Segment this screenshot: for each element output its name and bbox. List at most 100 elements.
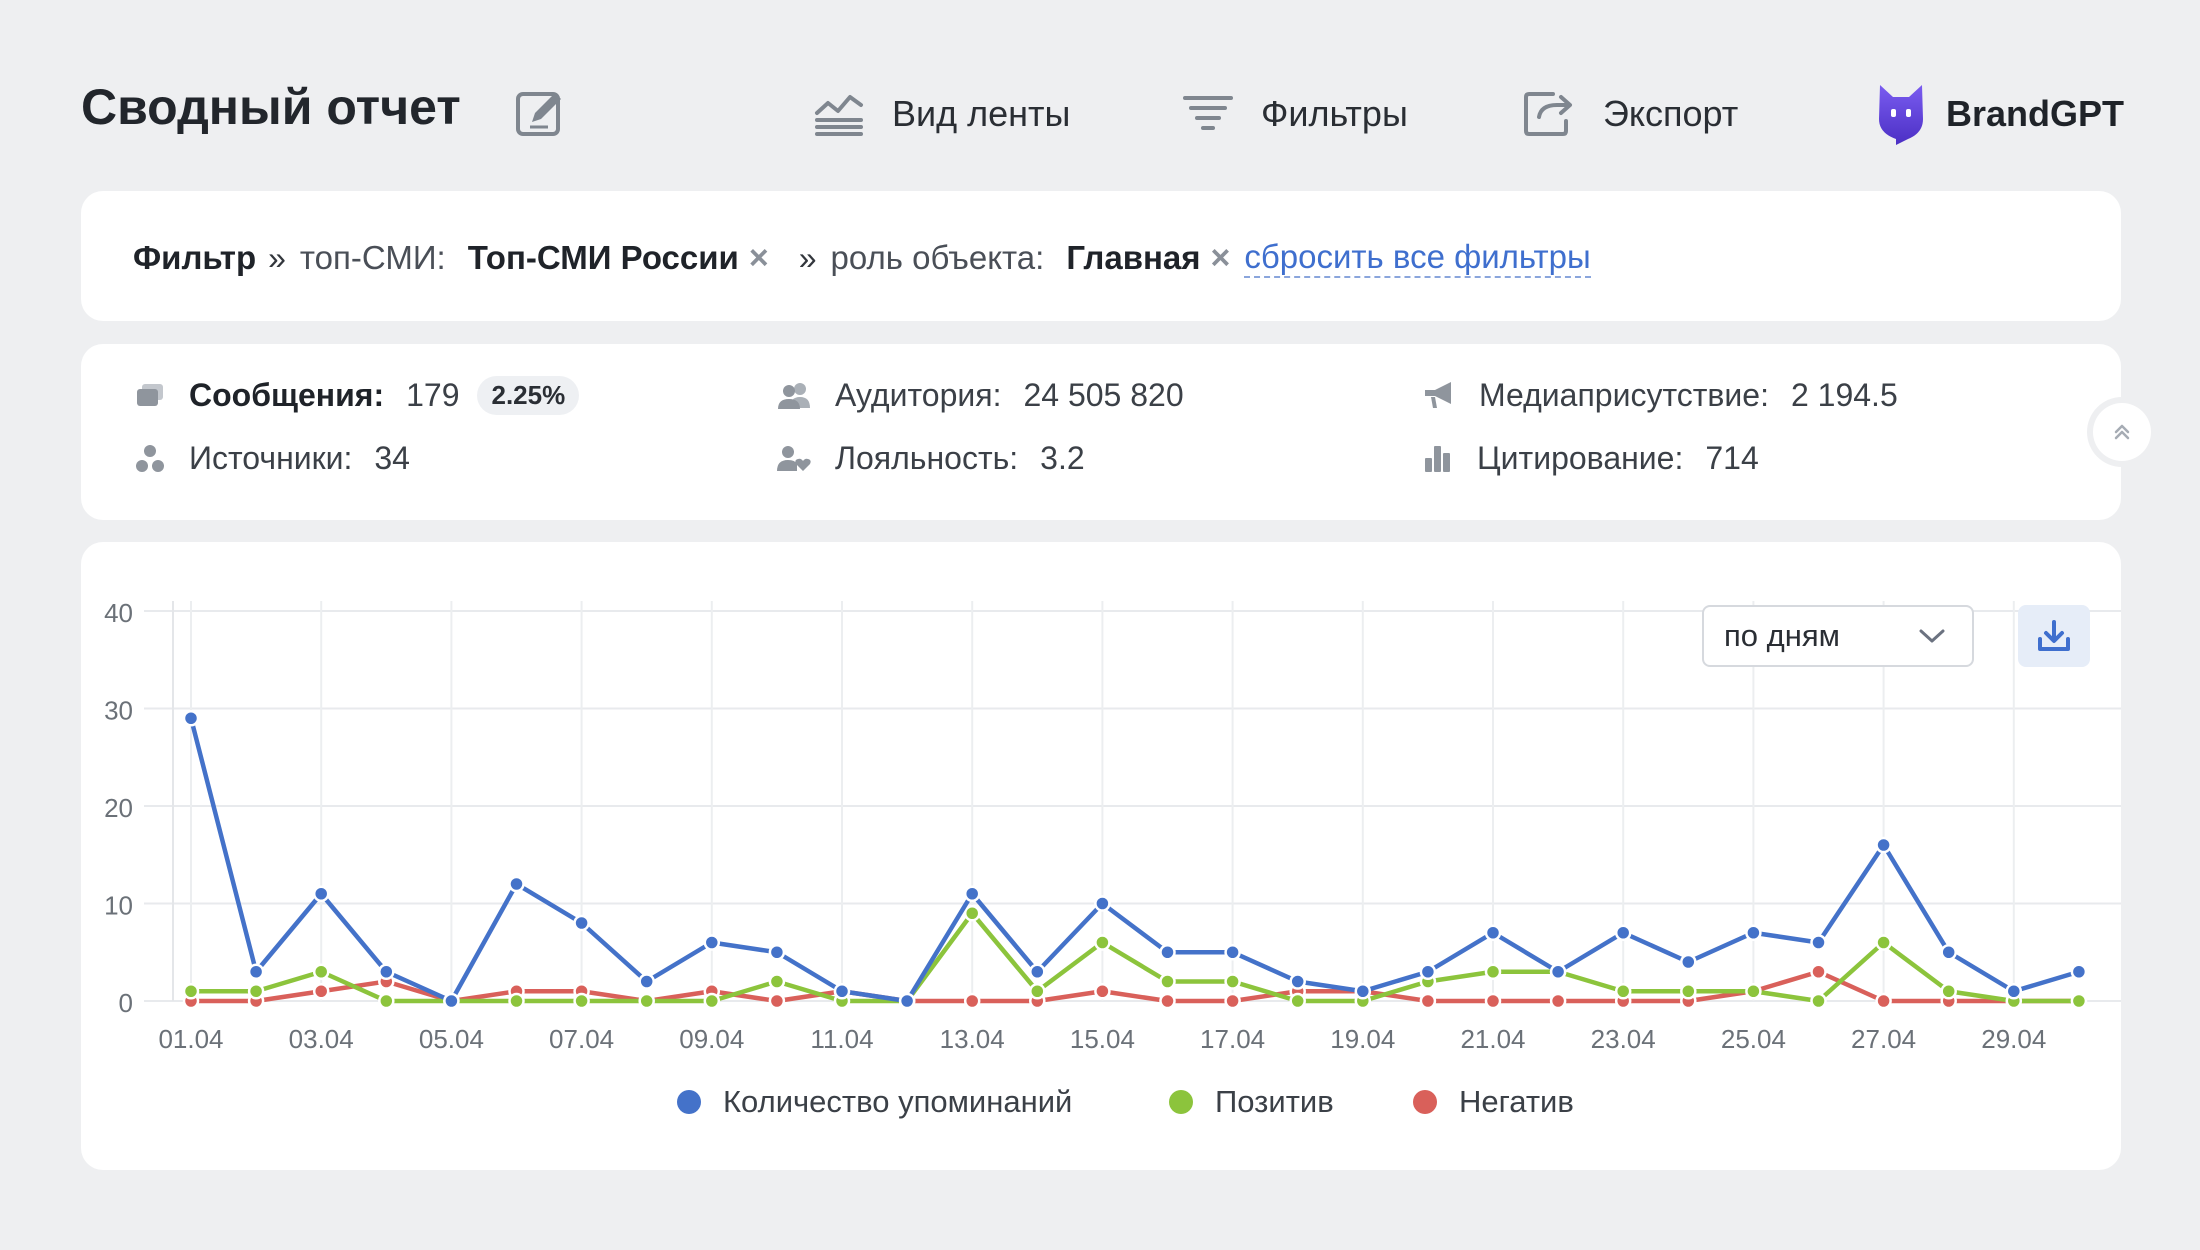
remove-filter-role-icon[interactable]: × xyxy=(1211,239,1231,278)
x-tick-label: 01.04 xyxy=(158,1024,223,1054)
data-point-positive xyxy=(638,992,655,1010)
brandgpt-button[interactable]: BrandGPT xyxy=(1876,84,2124,145)
stat-citation: Цитирование: 714 xyxy=(1423,436,1759,480)
data-point-negative xyxy=(963,992,981,1010)
filter-label: Фильтр xyxy=(133,239,257,276)
data-point-positive xyxy=(768,973,786,990)
export-button[interactable]: Экспорт xyxy=(1523,84,1738,144)
remove-filter-top-media-icon[interactable]: × xyxy=(749,239,769,278)
chevron-down-icon xyxy=(1919,629,1945,643)
filter-separator: » xyxy=(268,239,286,276)
data-point-negative xyxy=(1875,992,1892,1010)
feed-view-label: Вид ленты xyxy=(892,93,1071,134)
series-line-mentions xyxy=(188,716,2082,1004)
filter-role-value: Главная xyxy=(1066,239,1201,276)
megaphone-icon xyxy=(1425,382,1451,408)
data-point-mentions xyxy=(1745,924,1762,941)
data-point-mentions xyxy=(833,983,851,1000)
data-point-positive xyxy=(963,905,981,922)
data-point-negative xyxy=(1159,992,1176,1010)
data-point-positive xyxy=(182,983,200,1000)
y-tick-label: 10 xyxy=(104,891,133,921)
x-tick-label: 23.04 xyxy=(1591,1024,1656,1054)
data-point-positive xyxy=(378,992,395,1010)
filter-top-media-name: топ-СМИ: xyxy=(299,239,446,276)
legend-item-positive[interactable]: Позитив xyxy=(1169,1082,1334,1122)
filters-button[interactable]: Фильтры xyxy=(1183,84,1408,144)
stat-audience-label: Аудитория: xyxy=(835,376,1002,413)
data-point-mentions xyxy=(703,934,721,951)
download-icon xyxy=(2038,620,2070,651)
x-tick-label: 19.04 xyxy=(1330,1024,1395,1054)
stat-media-presence: Медиаприсутствие: 2 194.5 xyxy=(1423,373,1898,417)
data-point-mentions xyxy=(1940,944,1957,961)
data-point-mentions xyxy=(638,973,655,990)
data-point-mentions xyxy=(1875,836,1892,854)
y-tick-label: 20 xyxy=(104,793,133,823)
data-point-positive xyxy=(1810,992,1827,1010)
legend-marker xyxy=(677,1090,701,1114)
data-point-mentions xyxy=(2005,983,2023,1000)
data-point-positive xyxy=(1875,934,1892,951)
data-point-positive xyxy=(312,963,330,980)
data-point-mentions xyxy=(312,885,330,902)
x-tick-label: 15.04 xyxy=(1070,1024,1135,1054)
double-chevron-up-icon xyxy=(2114,424,2130,440)
stat-messages-percent-badge: 2.25% xyxy=(477,375,580,415)
data-point-mentions xyxy=(1159,944,1176,961)
audience-icon xyxy=(778,383,810,409)
legend-label: Количество упоминаний xyxy=(723,1084,1073,1119)
data-point-mentions xyxy=(508,875,525,893)
download-chart-button[interactable] xyxy=(2018,605,2090,667)
filter-line: Фильтр » топ-СМИ: Топ-СМИ России × » рол… xyxy=(133,236,1591,280)
filters-label: Фильтры xyxy=(1261,93,1408,134)
data-point-positive xyxy=(1094,934,1111,951)
data-point-positive xyxy=(508,992,525,1010)
data-point-mentions xyxy=(1029,963,1046,980)
period-select[interactable]: по дням xyxy=(1702,605,1974,667)
sources-icon xyxy=(136,445,164,472)
data-point-negative xyxy=(768,992,786,1010)
data-point-negative xyxy=(1810,963,1827,980)
stat-loyalty: Лояльность: 3.2 xyxy=(777,436,1085,480)
messages-icon xyxy=(137,384,163,406)
data-point-mentions xyxy=(573,914,590,932)
filter-icon xyxy=(1183,96,1233,130)
feed-view-icon xyxy=(815,95,863,136)
filter-top-media-value: Топ-СМИ России xyxy=(467,239,739,276)
reset-all-filters-link[interactable]: сбросить все фильтры xyxy=(1244,238,1591,278)
stat-audience: Аудитория: 24 505 820 xyxy=(777,373,1184,417)
stat-loyalty-value: 3.2 xyxy=(1040,439,1085,476)
data-point-negative xyxy=(312,983,330,1000)
legend-item-negative[interactable]: Негатив xyxy=(1413,1082,1574,1122)
data-point-negative xyxy=(1094,983,1111,1000)
collapse-stats-button[interactable] xyxy=(2093,403,2151,461)
data-point-mentions xyxy=(1810,934,1827,951)
brandgpt-cat-icon xyxy=(1879,85,1923,145)
x-tick-label: 03.04 xyxy=(289,1024,354,1054)
export-icon xyxy=(1524,92,1572,136)
data-point-mentions xyxy=(898,992,916,1010)
data-point-mentions xyxy=(1419,963,1437,980)
data-point-mentions xyxy=(247,963,265,980)
bar-chart-icon xyxy=(1425,446,1450,472)
data-point-positive xyxy=(1745,983,1762,1000)
edit-title-button[interactable] xyxy=(514,86,568,140)
x-tick-label: 05.04 xyxy=(419,1024,484,1054)
filter-separator: » xyxy=(798,239,817,276)
data-point-positive xyxy=(2070,992,2088,1010)
loyalty-icon xyxy=(777,446,811,471)
data-point-mentions xyxy=(443,992,460,1010)
data-point-positive xyxy=(573,992,590,1010)
feed-view-button[interactable]: Вид ленты xyxy=(814,84,1070,144)
x-tick-label: 13.04 xyxy=(940,1024,1005,1054)
stat-audience-value: 24 505 820 xyxy=(1023,376,1184,413)
period-select-value: по дням xyxy=(1724,618,1840,653)
legend-item-mentions[interactable]: Количество упоминаний xyxy=(677,1082,1072,1122)
x-tick-label: 21.04 xyxy=(1460,1024,1525,1054)
data-point-positive xyxy=(1484,963,1502,980)
data-point-mentions xyxy=(378,963,395,980)
export-label: Экспорт xyxy=(1603,93,1739,134)
stat-media-presence-value: 2 194.5 xyxy=(1790,376,1898,413)
x-tick-label: 25.04 xyxy=(1721,1024,1786,1054)
